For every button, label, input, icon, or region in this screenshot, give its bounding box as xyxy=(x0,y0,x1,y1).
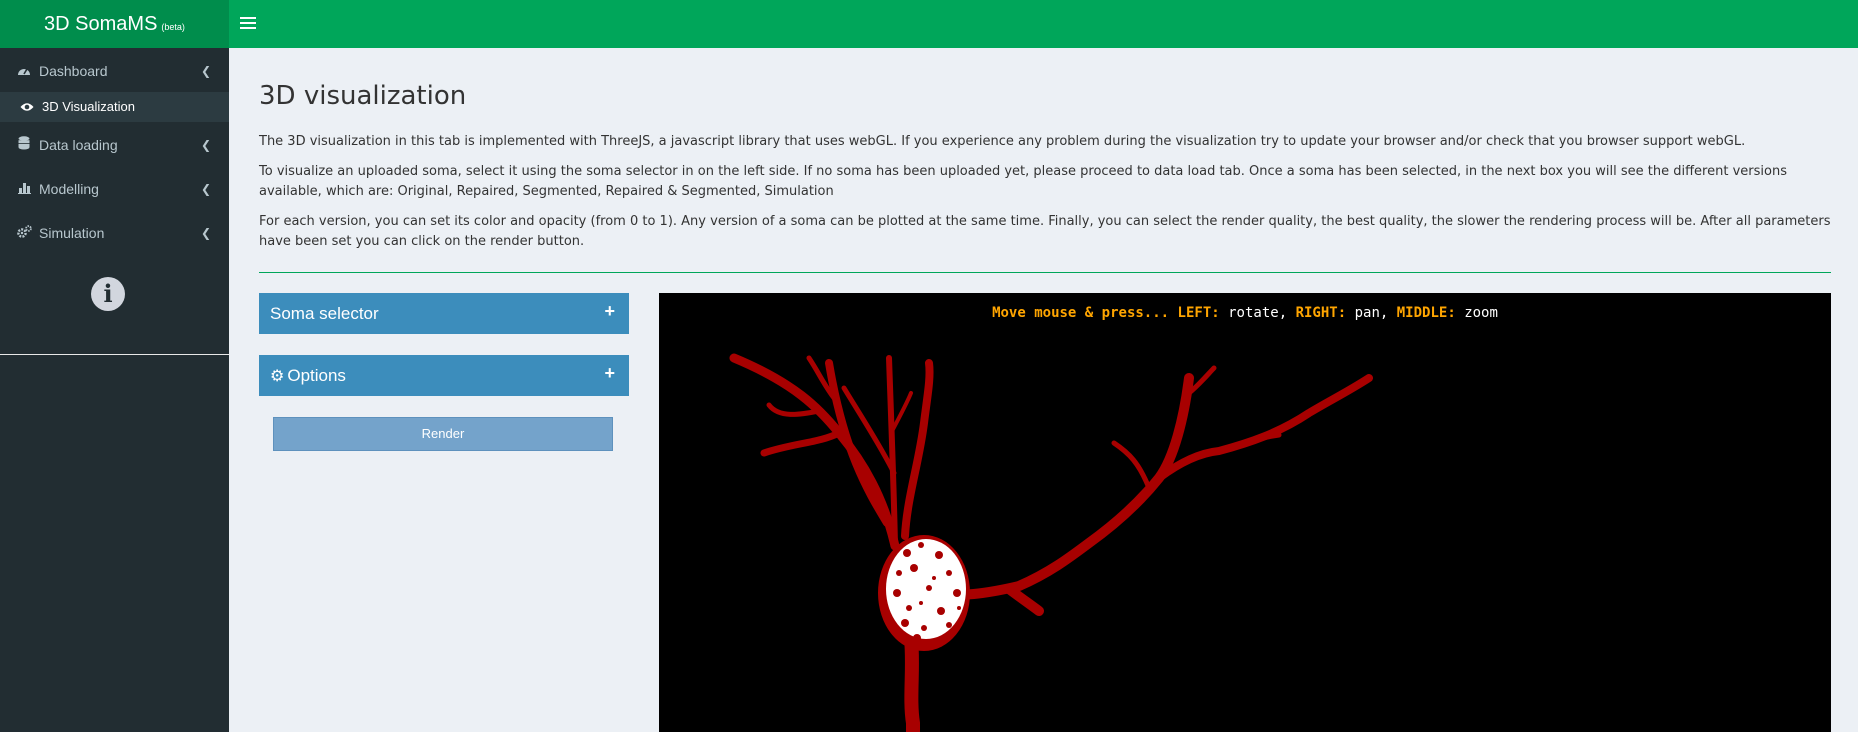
instructions-paragraph: To visualize an uploaded soma, select it… xyxy=(259,164,1787,199)
intro-paragraph: The 3D visualization in this tab is impl… xyxy=(259,134,1746,149)
sidebar-item-label: Dashboard xyxy=(39,63,108,79)
options-paragraph: For each version, you can set its color … xyxy=(259,214,1831,249)
beta-badge: (beta) xyxy=(161,22,185,32)
database-icon xyxy=(17,127,31,163)
sidebar-item-data-loading[interactable]: Data loading ❮ xyxy=(0,127,229,163)
3d-viewer[interactable]: Move mouse & press... LEFT: rotate, RIGH… xyxy=(659,293,1831,732)
sidebar-item-label: Simulation xyxy=(39,225,105,241)
hint-prefix: Move mouse & press... xyxy=(992,305,1170,321)
sidebar-divider xyxy=(0,354,229,355)
content-wrapper: 3D visualization The 3D visualization in… xyxy=(229,48,1858,732)
options-box[interactable]: ⚙ Options + xyxy=(259,355,629,396)
hint-left-action: rotate, xyxy=(1228,305,1288,321)
chevron-left-icon: ❮ xyxy=(200,182,211,196)
chevron-left-icon: ❮ xyxy=(200,226,211,240)
cogs-icon xyxy=(17,215,32,251)
info-icon[interactable]: i xyxy=(91,277,125,311)
page-title: 3D visualization xyxy=(259,81,467,111)
hint-middle-key: MIDDLE: xyxy=(1396,305,1456,321)
viewer-controls-hint: Move mouse & press... LEFT: rotate, RIGH… xyxy=(659,305,1831,321)
expand-plus-icon[interactable]: + xyxy=(604,353,615,394)
hint-right-key: RIGHT: xyxy=(1295,305,1347,321)
bar-chart-icon xyxy=(17,171,31,207)
hint-right-action: pan, xyxy=(1354,305,1389,321)
top-navbar: 3D SomaMS (beta) xyxy=(0,0,1858,48)
sidebar-item-modelling[interactable]: Modelling ❮ xyxy=(0,171,229,207)
eye-icon xyxy=(20,92,34,122)
neuron-3d-render xyxy=(729,353,1373,732)
options-title-wrap: ⚙ Options xyxy=(270,355,346,397)
dashboard-icon xyxy=(17,53,31,89)
sidebar-toggle-icon[interactable] xyxy=(240,14,256,34)
soma-selector-box[interactable]: Soma selector + xyxy=(259,293,629,334)
app-logo[interactable]: 3D SomaMS (beta) xyxy=(0,0,229,48)
sidebar-item-dashboard[interactable]: Dashboard ❮ xyxy=(0,53,229,89)
hint-left-key: LEFT: xyxy=(1177,305,1220,321)
sidebar-item-simulation[interactable]: Simulation ❮ xyxy=(0,215,229,251)
app-title: 3D SomaMS xyxy=(44,13,158,35)
render-button[interactable]: Render xyxy=(273,417,613,451)
sidebar-item-label: Modelling xyxy=(39,181,99,197)
chevron-left-icon: ❮ xyxy=(200,64,211,78)
section-divider xyxy=(259,272,1831,273)
options-title: Options xyxy=(287,366,346,385)
sidebar-item-3d-visualization[interactable]: 3D Visualization xyxy=(0,92,229,122)
soma-selector-title: Soma selector xyxy=(270,304,379,323)
chevron-left-icon: ❮ xyxy=(200,138,211,152)
sidebar: Dashboard ❮ 3D Visualization Data loadin… xyxy=(0,48,229,732)
sidebar-item-label: Data loading xyxy=(39,137,118,153)
hint-middle-action: zoom xyxy=(1464,305,1498,321)
gear-icon: ⚙ xyxy=(270,368,285,385)
sidebar-item-label: 3D Visualization xyxy=(42,99,135,114)
expand-plus-icon[interactable]: + xyxy=(604,291,615,332)
